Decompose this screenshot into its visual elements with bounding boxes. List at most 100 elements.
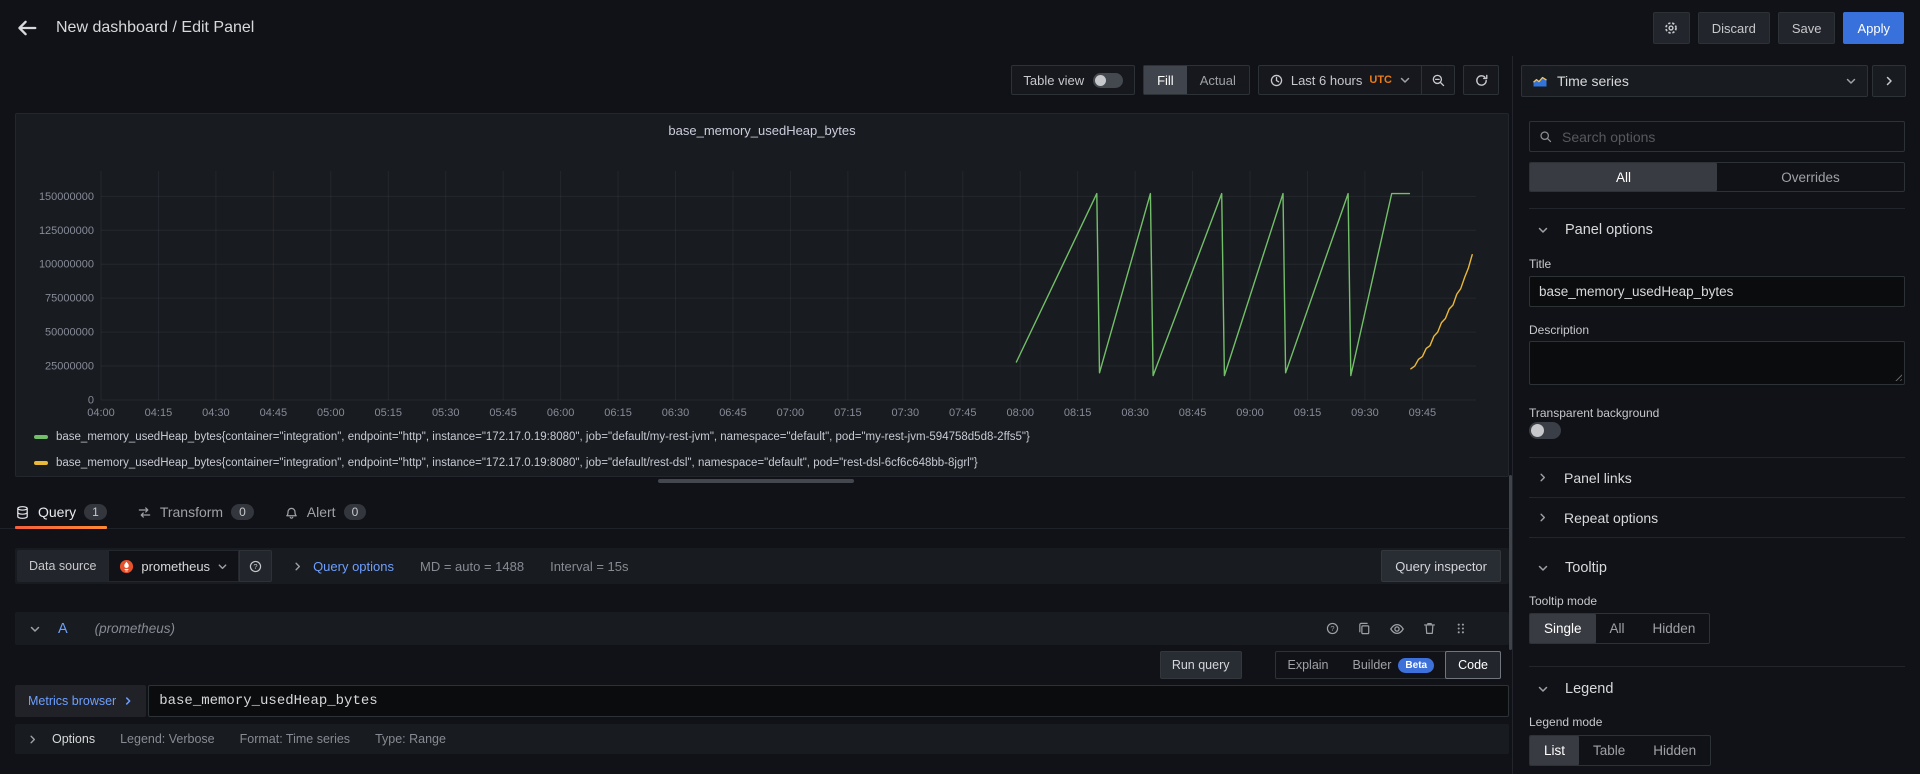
panel-title-input[interactable] [1529,276,1905,307]
chart-svg: 0250000005000000075000000100000000125000… [16,114,1508,420]
alert-bell-icon [284,505,299,520]
save-button[interactable]: Save [1778,12,1836,44]
datasource-help-button[interactable]: ? [239,550,272,582]
datasource-value: prometheus [141,559,210,574]
table-view-switch[interactable] [1093,73,1123,88]
legend-mode-label: Legend mode [1529,715,1905,729]
hide-query-eye-icon[interactable] [1389,621,1405,637]
legend-item[interactable]: base_memory_usedHeap_bytes{container="in… [34,450,1030,476]
query-row-header[interactable]: A (prometheus) ? [15,612,1509,645]
y-tick-label: 0 [88,395,94,407]
query-inspector-button[interactable]: Query inspector [1381,550,1501,582]
refresh-button[interactable] [1464,66,1498,94]
y-tick-label: 75000000 [45,293,94,305]
x-tick-label: 09:00 [1236,407,1264,419]
zoom-out-button[interactable] [1421,66,1454,94]
x-tick-label: 04:30 [202,407,230,419]
tooltip-mode-all[interactable]: All [1596,614,1639,643]
panel-toolbar: Table view Fill Actual Last 6 hours UTC [1011,65,1499,95]
help-circle-icon[interactable]: ? [1325,621,1340,636]
tooltip-section-label: Tooltip [1565,560,1607,576]
mode-explain[interactable]: Explain [1276,652,1341,678]
time-series-chart-icon [1532,73,1548,89]
transform-icon [137,505,152,520]
y-tick-label: 50000000 [45,327,94,339]
tab-query[interactable]: Query 1 [15,496,107,528]
delete-query-trash-icon[interactable] [1422,621,1437,636]
discard-button[interactable]: Discard [1698,12,1770,44]
mode-builder[interactable]: Builder Beta [1341,652,1447,678]
database-icon [15,505,30,520]
x-tick-label: 04:00 [87,407,115,419]
run-query-button[interactable]: Run query [1160,651,1242,679]
tab-alert[interactable]: Alert 0 [284,496,366,528]
chevron-right-icon[interactable] [27,734,38,745]
legend-mode-hidden[interactable]: Hidden [1639,736,1710,765]
panel-settings-button[interactable] [1653,12,1690,44]
time-range-picker[interactable]: Last 6 hours UTC [1259,66,1421,94]
tooltip-mode-hidden[interactable]: Hidden [1639,614,1710,643]
x-tick-label: 07:00 [777,407,805,419]
mode-code[interactable]: Code [1445,651,1501,679]
zoom-out-icon [1431,73,1446,88]
metrics-browser-toggle[interactable]: Metrics browser [15,685,146,717]
table-view-toggle[interactable]: Table view [1011,65,1135,95]
tab-transform-label: Transform [160,504,223,520]
options-format-summary: Format: Time series [240,732,350,746]
panel-description-input[interactable] [1529,341,1905,385]
x-tick-label: 06:30 [662,407,690,419]
legend-mode-table[interactable]: Table [1579,736,1639,765]
chevron-down-icon [1537,562,1549,574]
back-arrow-icon[interactable] [16,17,38,39]
transparent-background-toggle[interactable] [1529,422,1561,439]
search-options-input[interactable] [1560,128,1895,146]
legend-mode-list[interactable]: List [1530,736,1579,765]
timezone-label: UTC [1369,74,1392,86]
filter-tab-all[interactable]: All [1530,163,1717,191]
series-line-1 [1411,255,1472,369]
svg-text:?: ? [253,562,257,571]
apply-button[interactable]: Apply [1843,12,1904,44]
editor-mode-group: Explain Builder Beta Code [1275,651,1502,679]
repeat-options-section-header[interactable]: Repeat options [1529,498,1905,538]
panel-options-section-label: Panel options [1565,222,1653,238]
collapse-options-pane-button[interactable] [1872,65,1906,97]
x-tick-label: 05:30 [432,407,460,419]
y-tick-label: 150000000 [39,191,94,203]
time-range-label: Last 6 hours [1291,73,1363,88]
datasource-label: Data source [17,550,108,582]
duplicate-query-icon[interactable] [1357,621,1372,636]
x-tick-label: 07:15 [834,407,862,419]
chart-legend: base_memory_usedHeap_bytes{container="in… [34,424,1030,476]
tooltip-mode-single[interactable]: Single [1530,614,1596,643]
panel-resize-handle[interactable] [658,479,854,483]
legend-section-header[interactable]: Legend [1529,667,1905,711]
query-options-label: Query options [313,559,394,574]
legend-swatch-icon [34,461,48,465]
panel-links-section-header[interactable]: Panel links [1529,458,1905,498]
query-expression-input[interactable] [148,685,1509,717]
tab-transform[interactable]: Transform 0 [137,496,254,528]
query-options-toggle[interactable]: Query options [292,559,394,574]
query-options-summary-row: Options Legend: Verbose Format: Time ser… [15,724,1509,754]
datasource-picker[interactable]: prometheus [108,550,239,582]
refresh-icon [1474,73,1489,88]
panel-type-picker[interactable]: Time series [1521,65,1868,97]
y-tick-label: 125000000 [39,225,94,237]
legend-swatch-icon [34,435,48,439]
legend-item[interactable]: base_memory_usedHeap_bytes{container="in… [34,424,1030,450]
filter-tab-overrides[interactable]: Overrides [1717,163,1904,191]
drag-grip-icon[interactable] [1454,621,1468,636]
edit-panel-main: Table view Fill Actual Last 6 hours UTC [0,56,1512,774]
series-line-0 [1016,194,1409,376]
options-pane-body: All Overrides Panel options Title Descri… [1529,97,1905,774]
x-tick-label: 05:45 [489,407,517,419]
tooltip-section-header[interactable]: Tooltip [1529,546,1905,590]
chevron-down-icon[interactable] [29,623,41,635]
actual-option[interactable]: Actual [1187,66,1249,94]
svg-text:?: ? [1330,624,1334,633]
x-tick-label: 06:45 [719,407,747,419]
panel-options-section-header[interactable]: Panel options [1529,209,1905,251]
legend-section-label: Legend [1565,681,1613,697]
fill-option[interactable]: Fill [1144,66,1187,94]
